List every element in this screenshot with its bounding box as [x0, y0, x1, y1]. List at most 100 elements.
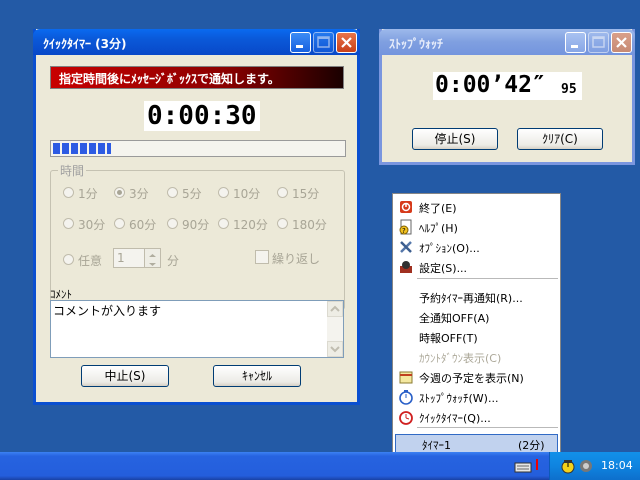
- menu-item-timer-1[interactable]: ﾀｲﾏｰ1 (2分): [395, 434, 558, 454]
- time-option-label: 60分: [129, 218, 157, 232]
- menu-item-label: ｶｳﾝﾄﾀﾞｳﾝ表示(C): [419, 352, 502, 365]
- menu-item[interactable]: 今週の予定を表示(N): [393, 367, 560, 387]
- minimize-button[interactable]: [565, 32, 586, 53]
- quick-timer-window: ｸｲｯｸﾀｲﾏｰ (3分) 指定時間後にﾒｯｾｰｼﾞﾎﾞｯｸｽで通知します。 0…: [33, 29, 360, 405]
- time-option-label: 90分: [182, 218, 210, 232]
- time-option-radio[interactable]: [63, 187, 74, 198]
- maximize-button[interactable]: [588, 32, 609, 53]
- stopwatch-title: ｽﾄｯﾌﾟｳｫｯﾁ: [389, 37, 444, 51]
- comment-textarea[interactable]: コメントが入ります: [50, 300, 344, 358]
- time-option-label: 15分: [292, 187, 320, 201]
- tray-volume-icon[interactable]: [578, 458, 594, 474]
- keyboard-icon[interactable]: [514, 460, 532, 474]
- repeat-checkbox[interactable]: [255, 250, 269, 264]
- comment-scrollbar[interactable]: [327, 301, 343, 357]
- menu-item[interactable]: 予約ﾀｲﾏｰ再通知(R)...: [393, 287, 560, 307]
- minimize-button[interactable]: [290, 32, 311, 53]
- minimize-icon: [571, 45, 578, 48]
- time-option-label: 120分: [233, 218, 268, 232]
- scroll-up-button[interactable]: [327, 301, 343, 317]
- repeat-label: 繰り返し: [272, 252, 321, 266]
- stopwatch-stop-button[interactable]: 停止(S): [412, 128, 498, 150]
- quick-timer-titlebar[interactable]: ｸｲｯｸﾀｲﾏｰ (3分): [33, 29, 360, 55]
- timer-entry-duration: (2分): [518, 439, 545, 452]
- time-option-radio[interactable]: [167, 187, 178, 198]
- stopwatch-display: 0:00’42″ 95: [433, 72, 582, 100]
- time-option-radio[interactable]: [167, 218, 178, 229]
- menu-item-label: 今週の予定を表示(N): [419, 372, 524, 385]
- time-option-radio[interactable]: [114, 187, 125, 198]
- settings-icon: [400, 261, 412, 273]
- svg-text:?: ?: [402, 227, 406, 235]
- custom-minutes-value: 1: [117, 251, 125, 265]
- spinner-up[interactable]: [144, 249, 160, 258]
- menu-item-label: ﾍﾙﾌﾟ(H): [419, 222, 458, 235]
- comment-text: コメントが入ります: [53, 304, 162, 318]
- taskbar-clock[interactable]: 18:04: [601, 459, 633, 472]
- custom-minutes-input[interactable]: 1: [113, 248, 161, 268]
- close-button[interactable]: [336, 32, 357, 53]
- stopwatch-window: ｽﾄｯﾌﾟｳｫｯﾁ 0:00’42″ 95 停止(S) ｸﾘｱ(C): [379, 29, 635, 165]
- time-option-label: 180分: [292, 218, 327, 232]
- menu-item[interactable]: ｵﾌﾟｼｮﾝ(O)...: [393, 237, 560, 257]
- progress-bar: [50, 140, 346, 157]
- cancel-button[interactable]: ｷｬﾝｾﾙ: [213, 365, 301, 387]
- maximize-button[interactable]: [313, 32, 334, 53]
- custom-label: 任意: [78, 254, 103, 268]
- menu-separator: [417, 427, 558, 428]
- alarm-clock-icon: [399, 411, 413, 425]
- minimize-icon: [296, 45, 303, 48]
- progress-fill: [53, 143, 111, 154]
- menu-item[interactable]: 設定(S)...: [393, 257, 560, 277]
- timer-entry-label: ﾀｲﾏｰ1: [422, 439, 451, 452]
- countdown-time: 0:00:30: [147, 101, 257, 131]
- menu-item[interactable]: 時報OFF(T): [393, 327, 560, 347]
- maximize-icon: [317, 36, 330, 48]
- menu-item-label: 時報OFF(T): [419, 332, 478, 345]
- system-tray: 18:04: [549, 452, 640, 480]
- close-button[interactable]: [611, 32, 632, 53]
- menu-item[interactable]: 全通知OFF(A): [393, 307, 560, 327]
- stopwatch-titlebar[interactable]: ｽﾄｯﾌﾟｳｫｯﾁ: [379, 29, 635, 55]
- menu-item[interactable]: ｽﾄｯﾌﾟｳｫｯﾁ(W)...: [393, 387, 560, 407]
- time-option-radio[interactable]: [277, 187, 288, 198]
- arrow-icon[interactable]: [533, 458, 541, 472]
- custom-unit-label: 分: [167, 254, 180, 268]
- taskbar: 18:04: [0, 452, 640, 480]
- stopwatch-hundredths: 95: [561, 82, 577, 97]
- time-option-radio[interactable]: [277, 218, 288, 229]
- custom-radio[interactable]: [63, 254, 74, 265]
- time-option-radio[interactable]: [114, 218, 125, 229]
- menu-item[interactable]: ｶｳﾝﾄﾀﾞｳﾝ表示(C): [393, 347, 560, 367]
- quick-timer-title: ｸｲｯｸﾀｲﾏｰ (3分): [43, 37, 127, 51]
- time-option-radio[interactable]: [218, 218, 229, 229]
- time-option-radio[interactable]: [218, 187, 229, 198]
- tray-context-menu: 終了(E)? ﾍﾙﾌﾟ(H) ｵﾌﾟｼｮﾝ(O)... 設定(S)... 予約ﾀｲﾏｰ再…: [392, 193, 561, 459]
- chevron-down-icon: [330, 346, 340, 353]
- time-option-radio[interactable]: [63, 218, 74, 229]
- menu-item[interactable]: 終了(E): [393, 197, 560, 217]
- stopwatch-icon: [399, 390, 413, 405]
- stop-timer-button[interactable]: 中止(S): [81, 365, 169, 387]
- menu-item[interactable]: ｸｲｯｸﾀｲﾏｰ(Q)...: [393, 407, 560, 427]
- tray-timer-icon[interactable]: [560, 458, 576, 474]
- menu-item-label: 設定(S)...: [419, 262, 468, 275]
- close-icon: [341, 37, 352, 48]
- time-option-label: 5分: [182, 187, 202, 201]
- menu-item-label: 予約ﾀｲﾏｰ再通知(R)...: [419, 292, 523, 305]
- notice-banner: 指定時間後にﾒｯｾｰｼﾞﾎﾞｯｸｽで通知します。: [50, 66, 344, 89]
- menu-item[interactable]: ? ﾍﾙﾌﾟ(H): [393, 217, 560, 237]
- calendar-icon: [399, 371, 413, 384]
- scroll-down-button[interactable]: [327, 341, 343, 357]
- menu-item-label: ｽﾄｯﾌﾟｳｫｯﾁ(W)...: [419, 392, 499, 405]
- power-icon: [400, 201, 412, 213]
- help-icon: ?: [399, 219, 412, 235]
- stopwatch-time: 0:00’42″: [435, 72, 546, 98]
- tools-icon: [400, 241, 412, 253]
- time-option-label: 30分: [78, 218, 106, 232]
- time-option-label: 3分: [129, 187, 149, 201]
- countdown-display: 0:00:30: [144, 101, 260, 131]
- spinner-down[interactable]: [144, 258, 160, 267]
- menu-separator: [417, 278, 558, 279]
- stopwatch-clear-button[interactable]: ｸﾘｱ(C): [517, 128, 603, 150]
